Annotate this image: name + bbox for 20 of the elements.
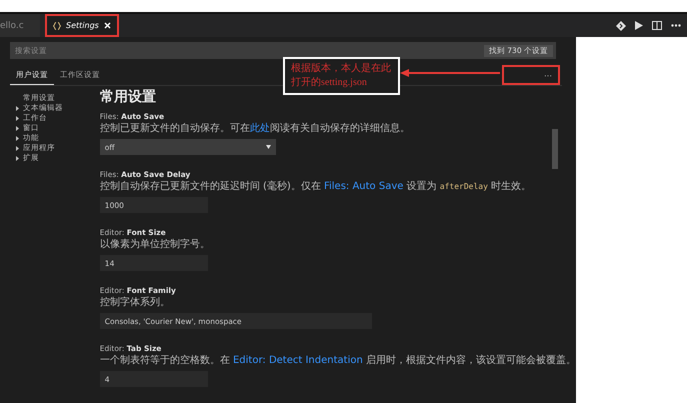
setting-link[interactable]: 此处 [250,123,270,134]
setting-description: 控制字体系列。 [100,297,170,308]
play-icon[interactable] [635,21,643,30]
editor-tab[interactable]: ello.c [0,14,40,37]
annotation-callout: 根据版本，本人是在此打开的setting.json [283,57,400,95]
setting-description: 控制已更新文件的自动保存。可在此处阅读有关自动保存的详细信息。 [100,123,410,134]
setting-description: 一个制表符等于的空格数。在 Editor: Detect Indentation 启用时，根据文件内容，该设置可能会被覆盖。 [100,355,576,366]
caret-icon [266,145,271,149]
setting-link[interactable]: Editor: Detect Indentation [232,355,363,366]
setting-link[interactable]: Files: Auto Save [324,181,404,192]
section-heading: 常用设置 [100,89,156,106]
more-button[interactable]: ··· [502,65,560,85]
split-editor-icon[interactable] [652,21,662,30]
setting-description: 控制自动保存已更新文件的延迟时间 (毫秒)。仅在 Files: Auto Save 设置为 afterDelay 时生效。 [100,181,532,192]
scrollbar[interactable] [552,129,558,169]
diamond-icon[interactable] [616,20,626,30]
editor-tab[interactable]: Settings [45,14,119,37]
more-icon[interactable] [671,24,681,27]
setting-description: 以像素为单位控制字号。 [100,239,210,250]
close-icon[interactable] [104,22,111,29]
